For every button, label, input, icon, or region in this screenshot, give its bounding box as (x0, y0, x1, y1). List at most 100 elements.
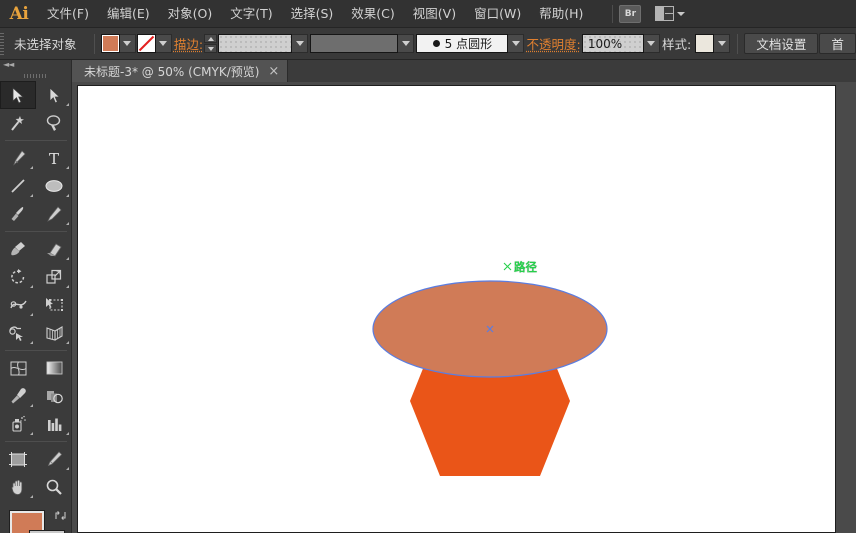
menu-type[interactable]: 文字(T) (221, 0, 281, 28)
style-control[interactable] (695, 34, 731, 53)
stroke-weight-input[interactable] (218, 34, 293, 53)
menu-bar: Ai 文件(F) 编辑(E) 对象(O) 文字(T) 选择(S) 效果(C) 视… (0, 0, 856, 28)
stepper-down-icon[interactable] (204, 44, 218, 53)
slice-tool[interactable] (36, 445, 72, 473)
artboard[interactable]: 路径 (77, 85, 836, 533)
mesh-tool[interactable] (0, 354, 36, 382)
paintbrush-tool[interactable] (0, 200, 36, 228)
tools-panel-grip[interactable] (0, 70, 71, 81)
app-logo: Ai (9, 3, 29, 24)
artwork (372, 262, 608, 476)
close-icon[interactable]: × (268, 65, 279, 78)
stroke-weight-control[interactable] (204, 34, 309, 53)
style-dropdown-button[interactable] (714, 34, 731, 53)
style-swatch[interactable] (695, 34, 715, 53)
swap-fill-stroke-icon[interactable] (54, 509, 67, 522)
zoom-tool[interactable] (36, 473, 72, 501)
control-bar: 未选择对象 描边: 5 点圆形 不透明度: 100% 样式: 文档设置 首 (0, 28, 856, 60)
blend-tool[interactable] (36, 382, 72, 410)
scale-tool[interactable] (36, 263, 72, 291)
menu-file[interactable]: 文件(F) (38, 0, 98, 28)
shape-builder-tool[interactable] (0, 319, 36, 347)
illustrator-window: Ai 文件(F) 编辑(E) 对象(O) 文字(T) 选择(S) 效果(C) 视… (0, 0, 856, 533)
eraser-tool[interactable] (36, 235, 72, 263)
artboard-tool[interactable] (0, 445, 36, 473)
preferences-button[interactable]: 首 (819, 33, 856, 54)
fill-control[interactable] (100, 34, 136, 53)
anchor-point-marker (503, 262, 512, 271)
fill-color-swatch[interactable] (9, 510, 45, 533)
bridge-icon[interactable]: Br (619, 4, 642, 23)
ellipse-tool[interactable] (36, 172, 72, 200)
tool-divider-4 (5, 441, 67, 442)
rotate-tool[interactable] (0, 263, 36, 291)
stroke-weight-stepper[interactable] (204, 34, 218, 53)
selection-tool[interactable] (0, 81, 36, 109)
stroke-dropdown-button[interactable] (155, 34, 172, 53)
brush-definition-control[interactable] (310, 34, 415, 53)
magic-wand-tool[interactable] (0, 109, 36, 137)
arrange-documents-icon (655, 6, 675, 21)
document-tab-bar: 未标题-3* @ 50% (CMYK/预览) × (0, 60, 856, 82)
free-transform-tool[interactable] (36, 291, 72, 319)
menu-object[interactable]: 对象(O) (159, 0, 222, 28)
color-controls (0, 507, 72, 533)
arrange-documents-button[interactable] (655, 6, 686, 21)
pen-tool[interactable] (0, 144, 36, 172)
lasso-tool[interactable] (36, 109, 72, 137)
document-tab[interactable]: 未标题-3* @ 50% (CMYK/预览) × (72, 60, 289, 82)
gradient-tool[interactable] (36, 354, 72, 382)
tools-panel: ◄◄ T (0, 60, 72, 533)
opacity-dropdown-button[interactable] (643, 34, 660, 53)
stepper-up-icon[interactable] (204, 34, 218, 43)
column-graph-tool[interactable] (36, 410, 72, 438)
tool-divider-3 (5, 350, 67, 351)
tools-panel-header: ◄◄ (0, 60, 71, 70)
round-profile-icon (432, 40, 440, 47)
brush-definition-input[interactable] (310, 34, 399, 53)
brush-definition-dropdown-button[interactable] (398, 34, 415, 53)
stroke-profile-control[interactable]: 5 点圆形 (416, 34, 525, 53)
width-tool[interactable] (0, 291, 36, 319)
direct-selection-tool[interactable] (36, 81, 72, 109)
opacity-input[interactable]: 100% (581, 34, 644, 53)
chevron-down-icon (677, 11, 686, 16)
menu-divider (612, 4, 614, 23)
eyedropper-tool[interactable] (0, 382, 36, 410)
blob-brush-tool[interactable] (0, 235, 36, 263)
stroke-weight-label[interactable]: 描边: (174, 34, 203, 53)
stroke-swatch-none[interactable] (136, 34, 156, 53)
none-slash-icon (138, 35, 154, 52)
tool-divider-2 (5, 231, 67, 232)
tool-grid: T (0, 81, 72, 501)
collapse-panel-icon[interactable]: ◄◄ (3, 61, 14, 69)
menu-view[interactable]: 视图(V) (404, 0, 465, 28)
fill-swatch[interactable] (100, 34, 120, 53)
document-setup-button[interactable]: 文档设置 (744, 33, 819, 54)
pencil-tool[interactable] (36, 200, 72, 228)
fill-dropdown-button[interactable] (119, 34, 136, 53)
hand-tool[interactable] (0, 473, 36, 501)
canvas-area[interactable]: 路径 (72, 82, 856, 533)
stroke-profile-input[interactable]: 5 点圆形 (416, 34, 509, 53)
svg-text:T: T (49, 150, 59, 167)
line-segment-tool[interactable] (0, 172, 36, 200)
menu-help[interactable]: 帮助(H) (530, 0, 592, 28)
menu-effect[interactable]: 效果(C) (342, 0, 403, 28)
stroke-weight-dropdown-button[interactable] (292, 34, 309, 53)
stroke-profile-dropdown-button[interactable] (508, 34, 525, 53)
menu-edit[interactable]: 编辑(E) (98, 0, 159, 28)
type-tool[interactable]: T (36, 144, 72, 172)
stroke-color-control[interactable] (136, 34, 172, 53)
menu-select[interactable]: 选择(S) (282, 0, 343, 28)
menu-window[interactable]: 窗口(W) (465, 0, 530, 28)
stroke-profile-value: 5 点圆形 (444, 37, 493, 51)
tool-divider-1 (5, 140, 67, 141)
symbol-sprayer-tool[interactable] (0, 410, 36, 438)
style-label: 样式: (661, 37, 692, 52)
opacity-control[interactable]: 100% (581, 34, 660, 53)
perspective-grid-tool[interactable] (36, 319, 72, 347)
opacity-label[interactable]: 不透明度: (527, 34, 581, 53)
smart-guide-label: 路径 (514, 260, 537, 274)
selection-status: 未选择对象 (14, 37, 77, 52)
